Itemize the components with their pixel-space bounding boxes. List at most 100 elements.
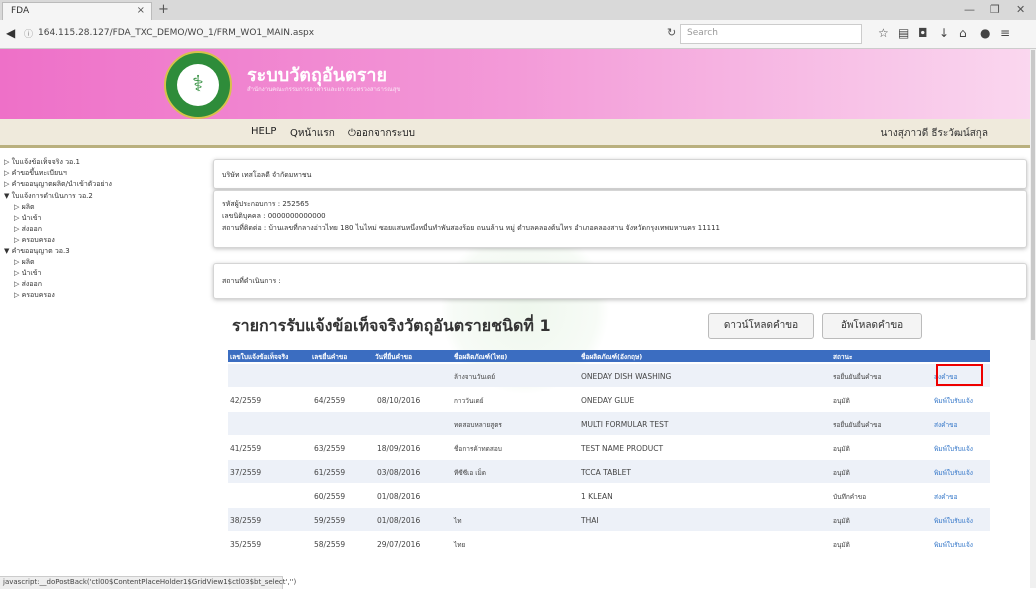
- cell-name-en: MULTI FORMULAR TEST: [581, 420, 669, 429]
- browser-tab[interactable]: FDA ×: [2, 2, 152, 20]
- sidebar-item-possess[interactable]: ▷ ครอบครอง: [14, 235, 55, 246]
- company-name: บริษัท เทสโอลดี จำกัดมหาชน: [222, 171, 312, 179]
- cell-request-date: 29/07/2016: [377, 540, 421, 549]
- search-placeholder: Search: [687, 28, 718, 38]
- cell-name-th: ล้างจานวันเดย์: [454, 373, 496, 381]
- cell-request-date: 18/09/2016: [377, 444, 421, 453]
- sidebar-item-permit-possess[interactable]: ▷ ครอบครอง: [14, 290, 55, 301]
- sidebar-item-permit[interactable]: ▼ คำขออนุญาต วอ.3: [4, 246, 70, 257]
- sidebar-item-permit-export[interactable]: ▷ ส่งออก: [14, 279, 42, 290]
- cell-request-no: 63/2559: [314, 444, 346, 453]
- cell-name-th: ไท: [454, 517, 462, 525]
- cell-request-no: 58/2559: [314, 540, 346, 549]
- logout-label: ออกจากระบบ: [355, 128, 415, 139]
- cell-request-no: 59/2559: [314, 516, 346, 525]
- col-request-no: เลขยื่นคำขอ: [312, 353, 348, 361]
- site-header: [0, 49, 1030, 119]
- browser-status-bar: javascript:__doPostBack('ctl00$ContentPl…: [0, 576, 296, 589]
- sync-icon[interactable]: ●: [980, 26, 990, 40]
- close-tab-icon[interactable]: ×: [137, 5, 145, 16]
- cell-status: อนุมัติ: [833, 397, 850, 405]
- cell-name-th: ทดสอบหลายสูตร: [454, 421, 502, 429]
- sidebar-item-permit-produce[interactable]: ▷ ผลิต: [14, 257, 35, 268]
- cell-action-link[interactable]: พิมพ์ใบรับแจ้ง: [934, 540, 973, 550]
- table-header: เลขใบแจ้งข้อเท็จจริง เลขยื่นคำขอ วันที่ย…: [228, 350, 990, 362]
- sidebar-item-registration[interactable]: ▷ คำขอขึ้นทะเบียนฯ: [4, 168, 67, 179]
- cell-fact-no: 37/2559: [230, 468, 262, 477]
- cell-request-date: 03/08/2016: [377, 468, 421, 477]
- sidebar-item-permit-import[interactable]: ▷ นำเข้า: [14, 268, 41, 279]
- site-subtitle: สำนักงานคณะกรรมการอาหารและยา กระทรวงสาธา…: [247, 86, 401, 93]
- fda-logo: ⚕: [164, 51, 232, 119]
- cell-action-link[interactable]: ส่งคำขอ: [934, 492, 958, 502]
- upload-request-button[interactable]: อัพโหลดคำขอ: [822, 313, 922, 339]
- table-row: 42/2559 64/2559 08/10/2016 กาววันเดย์ ONEDAY…: [228, 388, 990, 411]
- table-row: 60/2559 01/08/2016 1 KLEAN บันทึกคำขอ ส่งคำข…: [228, 484, 990, 507]
- cell-fact-no: 42/2559: [230, 396, 262, 405]
- sidebar-item-operation-report[interactable]: ▼ ใบแจ้งการดำเนินการ วอ.2: [4, 191, 93, 202]
- cell-request-no: 64/2559: [314, 396, 346, 405]
- cell-status: รอยื่นยันยื่นคำขอ: [833, 373, 882, 381]
- search-input[interactable]: Search: [680, 24, 862, 44]
- info-icon[interactable]: ⓘ: [24, 27, 33, 40]
- reading-list-icon[interactable]: ▤: [898, 26, 909, 40]
- back-arrow-icon[interactable]: ◀: [6, 26, 15, 40]
- sidebar-item-import[interactable]: ▷ นำเข้า: [14, 213, 41, 224]
- cell-name-en: 1 KLEAN: [581, 492, 613, 501]
- cell-fact-no: 35/2559: [230, 540, 262, 549]
- new-tab-button[interactable]: +: [158, 2, 169, 17]
- cell-action-link[interactable]: ส่งคำขอ: [934, 420, 958, 430]
- home-label: หน้าแรก: [297, 128, 335, 139]
- cell-name-th: ไทย: [454, 541, 466, 549]
- operator-code: รหัสผู้ประกอบการ : 252565: [222, 200, 310, 208]
- bookmark-star-icon[interactable]: ☆: [878, 26, 889, 40]
- maximize-icon[interactable]: ❐: [990, 3, 1000, 16]
- cell-request-no: 61/2559: [314, 468, 346, 477]
- status-text: javascript:__doPostBack('ctl00$ContentPl…: [3, 578, 297, 586]
- cell-fact-no: 38/2559: [230, 516, 262, 525]
- download-icon[interactable]: ↓: [939, 26, 949, 40]
- help-link[interactable]: HELP: [251, 126, 276, 137]
- col-fact-no: เลขใบแจ้งข้อเท็จจริง: [230, 353, 289, 361]
- table-row: 38/2559 59/2559 01/08/2016 ไท THAI อนุมัติ พิม…: [228, 508, 990, 531]
- table-row: ล้างจานวันเดย์ ONEDAY DISH WASHING รอยื่นย…: [228, 364, 990, 387]
- close-window-icon[interactable]: ✕: [1016, 3, 1025, 16]
- cell-request-date: 01/08/2016: [377, 492, 421, 501]
- sidebar-item-produce[interactable]: ▷ ผลิต: [14, 202, 35, 213]
- sidebar-item-fact-report[interactable]: ▷ ใบแจ้งข้อเท็จจริง วอ.1: [4, 157, 80, 168]
- caduceus-icon: ⚕: [177, 64, 219, 106]
- sidebar-item-export[interactable]: ▷ ส่งออก: [14, 224, 42, 235]
- cell-action-link[interactable]: พิมพ์ใบรับแจ้ง: [934, 468, 973, 478]
- minimize-icon[interactable]: —: [964, 3, 975, 16]
- top-nav: HELP Qหน้าแรก ⏻ออกจากระบบ นางสุภาวดี ธีร…: [0, 119, 1030, 148]
- download-request-button[interactable]: ดาวน์โหลดคำขอ: [708, 313, 814, 339]
- table-row: 41/2559 63/2559 18/09/2016 ชื่อการค้าทดสอบ T…: [228, 436, 990, 459]
- cell-action-link[interactable]: พิมพ์ใบรับแจ้ง: [934, 444, 973, 454]
- cell-status: อนุมัติ: [833, 469, 850, 477]
- cell-status: บันทึกคำขอ: [833, 493, 867, 501]
- sidebar-item-sample-permit[interactable]: ▷ คำขออนุญาตผลิต/นำเข้าตัวอย่าง: [4, 179, 112, 190]
- menu-icon[interactable]: ≡: [1000, 26, 1010, 40]
- cell-action-link[interactable]: พิมพ์ใบรับแจ้ง: [934, 396, 973, 406]
- cell-status: อนุมัติ: [833, 541, 850, 549]
- home-nav-icon: Q: [290, 128, 298, 139]
- cell-name-en: TCCA TABLET: [581, 468, 631, 477]
- home-link[interactable]: Qหน้าแรก: [290, 126, 335, 141]
- cell-fact-no: 41/2559: [230, 444, 262, 453]
- logout-link[interactable]: ⏻ออกจากระบบ: [348, 126, 415, 141]
- cell-request-date: 01/08/2016: [377, 516, 421, 525]
- cell-status: อนุมัติ: [833, 517, 850, 525]
- cell-name-th: ทีซีซีเอ เม็ด: [454, 469, 487, 477]
- address-field[interactable]: 164.115.28.127/FDA_TXC_DEMO/WO_1/FRM_WO1…: [38, 28, 314, 38]
- cell-action-link[interactable]: พิมพ์ใบรับแจ้ง: [934, 516, 973, 526]
- col-name-en: ชื่อผลิตภัณฑ์(อังกฤษ): [581, 353, 643, 361]
- reload-icon[interactable]: ↻: [667, 26, 676, 39]
- cell-name-th: ชื่อการค้าทดสอบ: [454, 445, 502, 453]
- home-icon[interactable]: ⌂: [959, 26, 967, 40]
- scrollbar-thumb[interactable]: [1031, 50, 1035, 340]
- pocket-icon[interactable]: ◘: [918, 26, 928, 40]
- highlight-box: [936, 364, 983, 386]
- tax-id: เลขนิติบุคคล : 0000000000000: [222, 212, 326, 220]
- cell-name-en: THAI: [581, 516, 599, 525]
- power-icon: ⏻: [348, 128, 356, 139]
